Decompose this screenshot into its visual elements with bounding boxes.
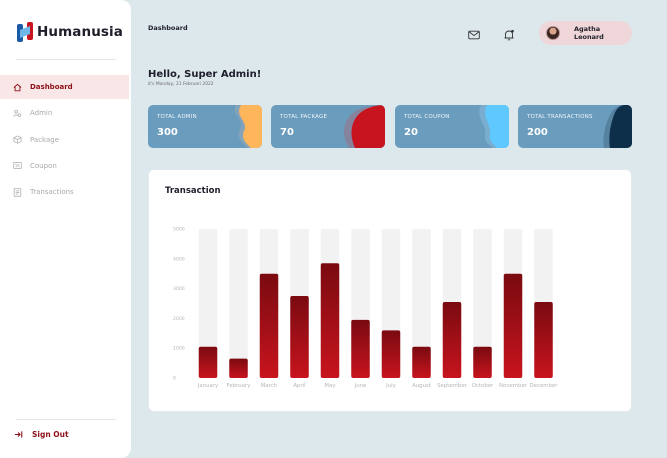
y-tick-label: 3000 — [173, 286, 185, 292]
bar-august — [412, 346, 431, 378]
sidebar-item-admin[interactable]: Admin — [0, 101, 131, 125]
x-tick-label: October — [472, 383, 494, 389]
package-box-icon — [13, 135, 22, 144]
bar-track — [229, 229, 248, 378]
stat-value: 20 — [404, 127, 418, 138]
x-tick-label: June — [354, 383, 367, 389]
page-title: Hello, Super Admin! — [148, 69, 262, 80]
bar-march — [259, 273, 279, 378]
brand-logo[interactable]: Humanusia — [17, 22, 123, 42]
sidebar-menu: Dashboard Admin Package Coupon Transacti… — [0, 75, 131, 206]
breadcrumb: Dashboard — [148, 24, 188, 32]
sidebar-item-dashboard[interactable]: Dashboard — [0, 75, 129, 99]
stat-value: 200 — [527, 127, 548, 138]
sidebar-item-label: Transactions — [30, 188, 74, 197]
coupon-icon — [13, 162, 22, 170]
bar-december — [534, 302, 553, 378]
sidebar-item-label: Coupon — [30, 161, 57, 170]
y-tick-label: 4000 — [173, 256, 185, 262]
transactions-icon — [13, 188, 22, 197]
stat-label: TOTAL ADMIN — [157, 114, 197, 120]
sidebar-item-package[interactable]: Package — [0, 128, 131, 152]
bar-november — [503, 273, 523, 378]
home-icon — [13, 83, 22, 91]
x-tick-label: May — [324, 383, 336, 389]
x-tick-label: August — [412, 383, 431, 389]
x-tick-label: November — [499, 383, 528, 389]
stat-card-total-admin[interactable]: TOTAL ADMIN 300 — [148, 105, 262, 148]
stat-label: TOTAL TRANSACTIONS — [527, 114, 593, 120]
x-tick-label: January — [197, 383, 219, 389]
transaction-chart-panel: Transaction 0 1000 2000 3000 4000 5000 January… — [148, 169, 632, 412]
sign-out-icon — [14, 431, 23, 438]
sidebar: Humanusia Dashboard Admin Package Coupon… — [0, 0, 131, 458]
humanusia-logo-icon — [17, 22, 33, 42]
sidebar-divider — [16, 419, 116, 420]
bar-september — [442, 302, 462, 378]
stat-card-total-package[interactable]: TOTAL PACKAGE 70 — [271, 105, 385, 148]
stat-label: TOTAL COUPON — [404, 114, 450, 120]
y-tick-label: 2000 — [173, 316, 185, 322]
bar-may — [320, 263, 340, 378]
y-tick-label: 0 — [173, 376, 176, 382]
stat-card-total-transactions[interactable]: TOTAL TRANSACTIONS 200 — [518, 105, 632, 148]
bar-july — [381, 330, 401, 378]
sidebar-item-transactions[interactable]: Transactions — [0, 180, 131, 204]
sidebar-item-label: Admin — [30, 109, 53, 118]
user-name: Agatha Leonard — [573, 25, 604, 41]
x-tick-label: December — [530, 383, 559, 389]
x-tick-label: February — [227, 383, 252, 389]
sidebar-divider — [16, 59, 116, 60]
stat-label: TOTAL PACKAGE — [280, 114, 328, 120]
stat-card-total-coupon[interactable]: TOTAL COUPON 20 — [395, 105, 509, 148]
x-tick-label: April — [293, 383, 305, 389]
mail-icon[interactable] — [468, 26, 480, 40]
avatar — [546, 26, 560, 40]
brand-name: Humanusia — [37, 24, 123, 40]
x-tick-label: March — [261, 383, 277, 389]
transaction-bar-chart: 0 1000 2000 3000 4000 5000 January February Marc… — [173, 227, 559, 390]
sidebar-item-label: Package — [30, 135, 60, 144]
sidebar-item-coupon[interactable]: Coupon — [0, 154, 131, 178]
stat-value: 70 — [280, 127, 294, 138]
sidebar-item-label: Dashboard — [30, 83, 73, 91]
sign-out-button[interactable]: Sign Out — [14, 430, 69, 439]
user-profile-menu[interactable]: Agatha Leonard — [539, 21, 632, 45]
x-tick-label: September — [437, 383, 468, 389]
bar-june — [351, 319, 370, 378]
x-tick-label: July — [385, 383, 397, 389]
y-tick-label: 1000 — [173, 346, 185, 352]
bar-february — [229, 358, 248, 378]
current-date: it's Monday, 21 Februari 2022 — [148, 82, 214, 87]
stat-value: 300 — [157, 127, 178, 138]
y-tick-label: 5000 — [173, 227, 185, 233]
bar-april — [290, 296, 309, 378]
bar-october — [473, 346, 492, 378]
admin-users-icon — [13, 109, 22, 117]
notification-bell-icon[interactable] — [503, 26, 515, 41]
bar-january — [198, 346, 218, 378]
sign-out-label: Sign Out — [32, 430, 69, 439]
